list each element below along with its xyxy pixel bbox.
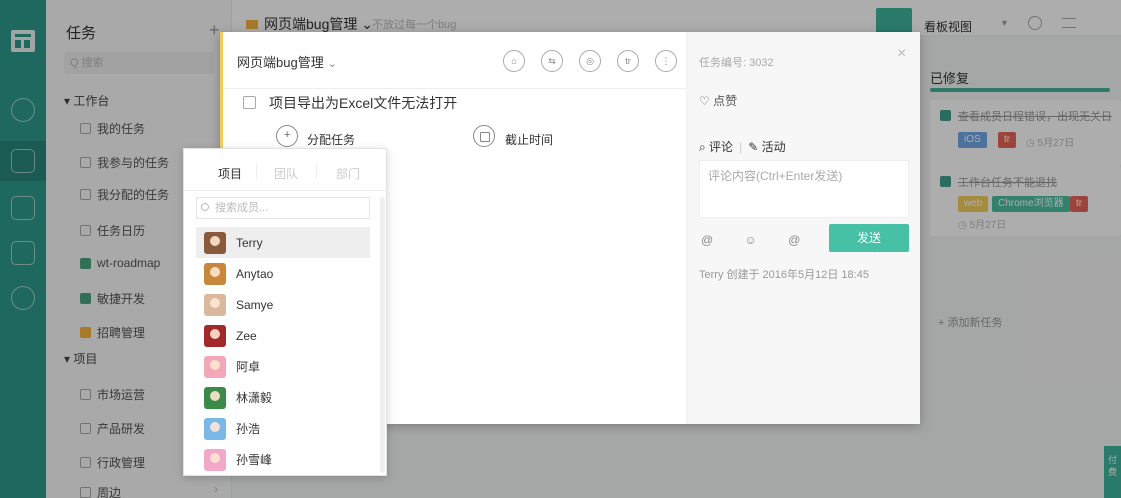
member-item[interactable]: Zee (196, 320, 370, 351)
tab-team[interactable]: 团队 (274, 165, 298, 182)
assign-task-button[interactable]: 分配任务 (307, 131, 355, 148)
move-icon[interactable]: ⇆ (541, 50, 563, 72)
member-picker-tabs: 项目 团队 部门 (184, 149, 386, 191)
avatar (204, 355, 226, 378)
member-item[interactable]: Terry (196, 227, 370, 258)
avatar (204, 324, 226, 347)
avatar (204, 386, 226, 409)
more-icon[interactable]: ⋮ (655, 50, 677, 72)
avatar (204, 262, 226, 285)
member-item[interactable]: 阿卓 (196, 351, 370, 382)
avatar (204, 293, 226, 316)
close-icon[interactable]: × (897, 45, 906, 63)
chevron-down-icon: ⌄ (327, 58, 337, 70)
like-button[interactable]: ♡ 点赞 (699, 92, 737, 109)
member-item[interactable]: Anytao (196, 258, 370, 289)
task-number: 任务编号: 3032 (699, 57, 774, 69)
watch-icon[interactable]: ◎ (579, 50, 601, 72)
member-picker-dropdown: 项目 团队 部门 搜索成员... Terry Anytao Samye Zee … (183, 148, 387, 476)
lock-icon[interactable]: ⌂ (503, 50, 525, 72)
task-title[interactable]: 项目导出为Excel文件无法打开 (269, 93, 457, 113)
tab-separator: | (739, 140, 743, 154)
avatar (204, 231, 226, 254)
scrollbar[interactable] (380, 197, 385, 473)
created-meta: Terry 创建于 2016年5月12日 18:45 (699, 269, 869, 281)
due-date-button[interactable]: 截止时间 (505, 131, 553, 148)
avatar (204, 448, 226, 471)
tab-divider (316, 163, 317, 179)
tab-divider (256, 163, 257, 179)
comment-activity-tabs: ⌕ 评论 | ✎ 活动 (699, 138, 786, 155)
task-complete-checkbox[interactable] (243, 96, 256, 109)
tab-comment[interactable]: ⌕ 评论 (699, 140, 733, 154)
assign-user-icon[interactable] (276, 125, 298, 147)
member-list: Terry Anytao Samye Zee 阿卓 林潇毅 孙浩 孙雪峰 (196, 227, 370, 475)
send-button[interactable]: 发送 (829, 224, 909, 252)
tab-project[interactable]: 项目 (218, 165, 242, 182)
member-item[interactable]: 林潇毅 (196, 382, 370, 413)
member-item[interactable]: 孙浩 (196, 413, 370, 444)
search-icon (201, 203, 209, 211)
comment-input[interactable]: 评论内容(Ctrl+Enter发送) (699, 160, 909, 218)
member-search-input[interactable]: 搜索成员... (196, 197, 370, 219)
task-detail-sidebar: 任务编号: 3032 × ♡ 点赞 ⌕ 评论 | ✎ 活动 评论内容(Ctrl+En… (686, 32, 920, 424)
comment-tools[interactable]: @ ☺ @ (701, 233, 814, 247)
member-item[interactable]: 孙雪峰 (196, 444, 370, 475)
calendar-icon[interactable] (473, 125, 495, 147)
tag-icon[interactable]: tr (617, 50, 639, 72)
tab-activity[interactable]: ✎ 活动 (748, 140, 785, 154)
project-selector[interactable]: 网页端bug管理 ⌄ (237, 52, 337, 71)
member-item[interactable]: Samye (196, 289, 370, 320)
avatar (204, 417, 226, 440)
tab-department[interactable]: 部门 (336, 165, 360, 182)
divider (223, 88, 686, 89)
